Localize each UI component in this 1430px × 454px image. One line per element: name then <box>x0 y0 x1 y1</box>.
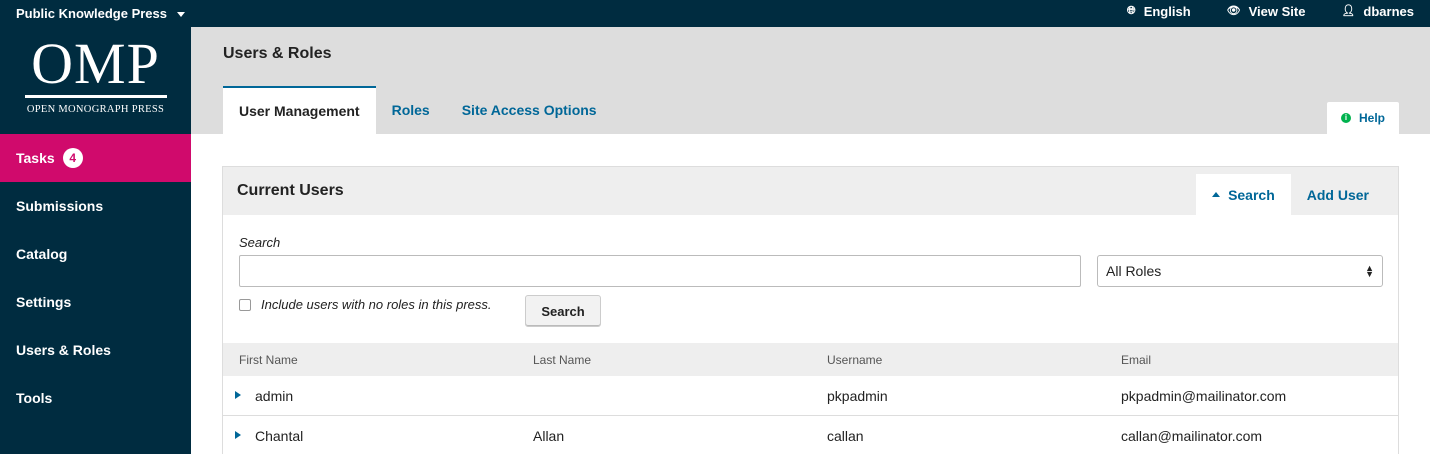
sidebar-item-tools[interactable]: Tools <box>0 374 191 422</box>
cell-username: callan <box>827 428 864 444</box>
view-site-label: View Site <box>1248 3 1306 19</box>
column-first-name: First Name <box>239 353 298 367</box>
cell-first-name: Chantal <box>255 428 304 444</box>
language-menu[interactable]: 🌐︎ English <box>1127 4 1191 19</box>
roles-select-value: All Roles <box>1106 263 1162 279</box>
globe-icon: 🌐︎ <box>1126 4 1136 17</box>
expand-row-icon[interactable] <box>235 431 241 439</box>
user-menu[interactable]: 👤︎ dbarnes <box>1341 4 1414 19</box>
main-content: Current Users Search Add User Search All… <box>191 134 1430 454</box>
cell-first-name: admin <box>255 388 294 404</box>
search-input[interactable] <box>239 255 1081 287</box>
caret-up-icon <box>1212 192 1221 197</box>
sidebar-item-label: Submissions <box>16 198 104 214</box>
eye-icon: 👁︎ <box>1226 4 1241 17</box>
sidebar: OMP OPEN MONOGRAPH PRESS Tasks 4 Submiss… <box>0 27 191 454</box>
language-label: English <box>1143 3 1191 19</box>
info-icon: i <box>1340 113 1351 123</box>
cell-email: callan@mailinator.com <box>1121 428 1263 444</box>
caret-down-icon <box>177 11 185 17</box>
tab-site-access-options[interactable]: Site Access Options <box>446 86 613 134</box>
view-site-link[interactable]: 👁︎ View Site <box>1227 4 1306 19</box>
sidebar-item-label: Catalog <box>16 246 68 262</box>
help-button[interactable]: i Help <box>1327 102 1399 134</box>
search-button[interactable]: Search <box>525 295 601 327</box>
logo-rule <box>24 95 167 98</box>
include-no-roles-row: Include users with no roles in this pres… <box>239 297 492 312</box>
sidebar-item-label: Tools <box>16 390 53 406</box>
omp-logo[interactable]: OMP OPEN MONOGRAPH PRESS <box>0 27 191 134</box>
help-label: Help <box>1358 111 1385 125</box>
select-arrows-icon: ▲ ▼ <box>1365 263 1374 279</box>
user-icon: 👤︎ <box>1341 4 1356 17</box>
sidebar-item-catalog[interactable]: Catalog <box>0 230 191 278</box>
roles-select[interactable]: All Roles ▲ ▼ <box>1097 255 1383 287</box>
tasks-count-badge: 4 <box>62 148 83 168</box>
add-user-button[interactable]: Add User <box>1291 174 1385 215</box>
search-toggle-button[interactable]: Search <box>1196 174 1291 215</box>
panel-title: Current Users <box>237 182 344 199</box>
sidebar-item-label: Settings <box>16 294 72 310</box>
column-last-name: Last Name <box>533 353 592 367</box>
cell-email: pkpadmin@mailinator.com <box>1121 388 1287 404</box>
username-label: dbarnes <box>1363 3 1414 19</box>
sidebar-item-users-roles[interactable]: Users & Roles <box>0 326 191 374</box>
press-name: Public Knowledge Press <box>16 5 167 21</box>
current-users-panel: Current Users Search Add User Search All… <box>222 166 1399 454</box>
table-header: First Name Last Name Username Email <box>223 343 1398 376</box>
press-switcher[interactable]: Public Knowledge Press <box>16 0 185 27</box>
logo-text: OMP <box>31 31 160 96</box>
sidebar-item-label: Tasks <box>16 150 55 166</box>
tab-roles[interactable]: Roles <box>376 86 446 134</box>
page-header: Users & Roles User Management Roles Site… <box>191 27 1430 134</box>
expand-row-icon[interactable] <box>235 391 241 399</box>
tab-user-management[interactable]: User Management <box>223 86 376 134</box>
sidebar-item-label: Users & Roles <box>16 342 111 358</box>
page-title: Users & Roles <box>223 45 332 62</box>
column-email: Email <box>1121 353 1152 367</box>
search-label: Search <box>239 235 281 250</box>
cell-last-name: Allan <box>533 428 565 444</box>
table-row: admin pkpadmin pkpadmin@mailinator.com <box>223 376 1398 416</box>
include-no-roles-label: Include users with no roles in this pres… <box>261 297 492 312</box>
table-row: Chantal Allan callan callan@mailinator.c… <box>223 416 1398 454</box>
tab-bar: User Management Roles Site Access Option… <box>223 86 613 134</box>
sidebar-item-tasks[interactable]: Tasks 4 <box>0 134 191 182</box>
logo-subtitle: OPEN MONOGRAPH PRESS <box>26 104 165 115</box>
cell-username: pkpadmin <box>827 388 888 404</box>
column-username: Username <box>827 353 883 367</box>
top-bar: Public Knowledge Press 🌐︎ English 👁︎ Vie… <box>0 0 1430 27</box>
sidebar-item-submissions[interactable]: Submissions <box>0 182 191 230</box>
search-toggle-label: Search <box>1228 186 1275 203</box>
sidebar-item-settings[interactable]: Settings <box>0 278 191 326</box>
include-no-roles-checkbox[interactable] <box>239 298 251 311</box>
panel-header: Current Users Search Add User <box>223 167 1398 215</box>
